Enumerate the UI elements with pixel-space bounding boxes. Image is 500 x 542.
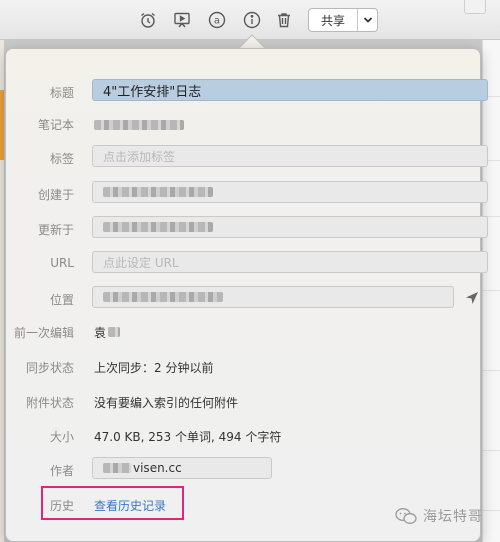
attachments-label: 附件状态: [25, 396, 74, 410]
window-corner-button[interactable]: [464, 0, 486, 14]
updated-label: 更新于: [37, 223, 74, 237]
title-field[interactable]: 4"工作安排"日志: [92, 79, 488, 101]
author-label: 作者: [49, 464, 74, 478]
notebook-name-redacted: [94, 120, 184, 130]
watermark: 海坛特哥: [395, 506, 483, 526]
watermark-text: 海坛特哥: [423, 509, 483, 525]
presentation-icon[interactable]: [172, 10, 192, 30]
updated-field[interactable]: [92, 216, 488, 238]
attachments-value: 没有要编入索引的任何附件: [94, 396, 239, 410]
title-value: 4"工作安排"日志: [103, 84, 202, 100]
editor-line: [483, 290, 500, 291]
location-arrow-icon[interactable]: [465, 291, 479, 305]
editor-line: [483, 450, 500, 451]
history-highlight-box: [41, 486, 184, 520]
notebook-label: 笔记本: [37, 118, 74, 132]
updated-date-redacted: [103, 222, 213, 232]
author-redacted: [103, 463, 131, 473]
last-editor-value: 袁: [94, 324, 121, 341]
url-placeholder: 点此设定 URL: [103, 255, 179, 270]
tags-field[interactable]: 点击添加标签: [92, 145, 488, 167]
location-field[interactable]: [92, 286, 454, 308]
created-label: 创建于: [37, 188, 74, 202]
at-sign-icon[interactable]: a: [207, 10, 227, 30]
trash-icon[interactable]: [274, 10, 294, 30]
alarm-clock-icon[interactable]: [138, 10, 158, 30]
tags-placeholder: 点击添加标签: [103, 149, 176, 164]
last-editor-name: 袁: [94, 326, 107, 340]
size-label: 大小: [49, 430, 74, 444]
size-value: 47.0 KB, 253 个单词, 494 个字符: [94, 430, 282, 444]
author-field[interactable]: visen.cc: [92, 457, 272, 479]
chevron-down-icon[interactable]: [358, 16, 377, 24]
selected-note-stripe: [0, 90, 4, 160]
note-info-popover: 标题 4"工作安排"日志 笔记本 标签 点击添加标签 创建于 更新于 URL 点…: [5, 48, 488, 542]
url-field[interactable]: 点此设定 URL: [92, 251, 488, 273]
url-label: URL: [50, 256, 74, 270]
share-button[interactable]: 共享: [308, 8, 378, 32]
title-label: 标题: [49, 86, 74, 100]
share-button-label: 共享: [320, 13, 345, 28]
created-date-redacted: [103, 187, 213, 197]
app-toolbar: a 共享: [0, 0, 500, 40]
sync-value: 上次同步：2 分钟以前: [94, 361, 214, 375]
editor-edge: [482, 40, 500, 542]
info-icon[interactable]: [242, 10, 262, 30]
location-redacted: [103, 292, 223, 302]
last-editor-label: 前一次编辑: [13, 326, 74, 340]
tags-label: 标签: [49, 152, 74, 166]
author-value: visen.cc: [133, 461, 182, 475]
editor-line: [483, 510, 500, 511]
wechat-icon: [395, 508, 417, 524]
location-label: 位置: [49, 293, 74, 307]
created-field[interactable]: [92, 181, 488, 203]
svg-text:a: a: [214, 16, 220, 27]
notebook-value[interactable]: [94, 119, 184, 133]
sync-label: 同步状态: [25, 361, 74, 375]
last-editor-redacted: [108, 327, 121, 337]
editor-line: [483, 370, 500, 371]
note-list-edge: [0, 40, 4, 542]
